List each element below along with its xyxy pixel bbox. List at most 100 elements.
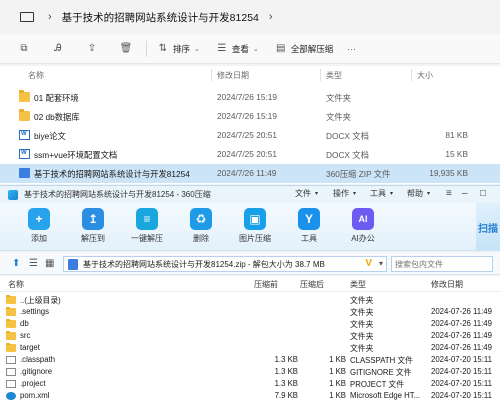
file-row-selected[interactable]: 基于技术的招聘网站系统设计与开发81254 2024/7/26 11:49 36… <box>0 164 500 183</box>
more-icon: ··· <box>347 43 356 54</box>
menu-operation[interactable]: 操作 ▾ <box>333 188 356 199</box>
file-type: 360压缩 ZIP 文件 <box>326 169 391 179</box>
menu-file[interactable]: 文件 ▾ <box>295 188 318 199</box>
chevron-down-icon: ⌄ <box>194 45 200 53</box>
menu-icon[interactable]: ≡ <box>446 188 452 199</box>
menu-tools[interactable]: 工具 ▾ <box>370 188 393 199</box>
column-divider[interactable] <box>211 69 212 81</box>
column-before[interactable]: 压缩前 <box>254 279 278 290</box>
view-icon: ☰ <box>217 43 227 54</box>
tools-button[interactable]: Y 工具 <box>282 208 336 250</box>
column-name[interactable]: 名称 <box>8 279 24 290</box>
rename-icon[interactable]: Ꭿ <box>52 43 64 55</box>
extract-all-button[interactable]: ▤ 全部解压缩 <box>275 43 334 55</box>
delete-button[interactable]: ♻ 删除 <box>174 208 228 250</box>
explorer-titlebar: › 基于技术的招聘网站系统设计与开发81254 › <box>0 0 500 34</box>
chevron-down-icon[interactable]: ▾ <box>379 259 383 268</box>
copy-icon[interactable]: ⧉ <box>18 43 30 55</box>
sort-icon: ⇅ <box>158 43 168 54</box>
file-type: DOCX 文档 <box>326 131 369 141</box>
one-click-extract-button[interactable]: ≡ 一键解压 <box>120 208 174 250</box>
archive-row[interactable]: db 文件夹 2024-07-26 11:49 <box>0 318 500 330</box>
view-button[interactable]: ☰ 查看 ⌄ <box>216 43 258 55</box>
column-after[interactable]: 压缩后 <box>300 279 324 290</box>
column-type[interactable]: 类型 <box>326 70 342 81</box>
window-icon <box>20 12 34 22</box>
archive-row[interactable]: .settings 文件夹 2024-07-26 11:49 <box>0 306 500 318</box>
toolbar-divider <box>146 40 147 57</box>
file-row[interactable]: 02 db数据库 2024/7/26 15:19 文件夹 <box>0 107 500 126</box>
ai-icon: AI <box>352 208 374 230</box>
entry-date: 2024-07-26 11:49 <box>431 343 492 352</box>
search-field[interactable] <box>391 256 493 272</box>
column-name[interactable]: 名称 <box>28 70 44 81</box>
maximize-icon[interactable]: □ <box>480 188 486 199</box>
file-date: 2024/7/25 20:51 <box>217 149 277 159</box>
image-compress-label: 图片压缩 <box>239 234 271 243</box>
menu-help-label: 帮助 <box>407 189 423 198</box>
archive-row[interactable]: .gitignore 1.3 KB 1 KB GITIGNORE 文件 2024… <box>0 366 500 378</box>
list-view-icon[interactable]: ☰ <box>29 258 38 269</box>
path-field[interactable]: 基于技术的招聘网站系统设计与开发81254.zip - 解包大小为 38.7 M… <box>63 256 387 272</box>
archive-row[interactable]: ..(上级目录) 文件夹 <box>0 294 500 306</box>
search-input[interactable] <box>392 257 492 271</box>
file-icon <box>6 368 16 376</box>
more-button[interactable]: ··· <box>347 44 356 54</box>
minimize-icon[interactable]: – <box>462 188 468 199</box>
entry-name: src <box>20 331 31 340</box>
folder-icon <box>6 295 16 304</box>
image-compress-button[interactable]: ▣ 图片压缩 <box>228 208 282 250</box>
file-date: 2024/7/26 15:19 <box>217 92 277 102</box>
zip-file-list: ..(上级目录) 文件夹 .settings 文件夹 2024-07-26 11… <box>0 292 500 406</box>
entry-name: .project <box>20 379 46 388</box>
archive-row[interactable]: target 文件夹 2024-07-26 11:49 <box>0 342 500 354</box>
explorer-path-title[interactable]: 基于技术的招聘网站系统设计与开发81254 <box>62 10 259 25</box>
menu-help[interactable]: 帮助 ▾ <box>407 188 430 199</box>
file-size: 19,935 KB <box>429 168 468 178</box>
explorer-toolbar: ⧉ Ꭿ ⇪ 🗑 ⇅ 排序 ⌄ ☰ 查看 ⌄ ▤ 全部解压缩 ··· <box>0 34 500 64</box>
entry-name: target <box>20 343 40 352</box>
add-button[interactable]: + 添加 <box>12 208 66 250</box>
column-divider[interactable] <box>320 69 321 81</box>
column-date[interactable]: 修改日期 <box>431 279 463 290</box>
sort-button[interactable]: ⇅ 排序 ⌄ <box>157 43 200 55</box>
share-icon[interactable]: ⇪ <box>86 43 98 55</box>
column-type[interactable]: 类型 <box>350 279 366 290</box>
archive-row[interactable]: .classpath 1.3 KB 1 KB CLASSPATH 文件 2024… <box>0 354 500 366</box>
tools-label: 工具 <box>301 234 317 243</box>
entry-name: .gitignore <box>20 367 53 376</box>
360zip-logo-icon <box>8 189 18 200</box>
delete-icon[interactable]: 🗑 <box>120 43 133 55</box>
entry-size-before: 1.3 KB <box>274 379 298 388</box>
archive-row[interactable]: pom.xml 7.9 KB 1 KB Microsoft Edge HT...… <box>0 390 500 402</box>
scan-label: 扫描 <box>478 223 498 235</box>
chevron-down-icon: ▾ <box>427 191 431 197</box>
view-label: 查看 <box>231 43 249 54</box>
file-row[interactable]: ssm+vue环境配置文档 2024/7/25 20:51 DOCX 文档 15… <box>0 145 500 164</box>
file-icon <box>6 356 16 364</box>
entry-name: db <box>20 319 29 328</box>
file-row[interactable]: 01 配套环境 2024/7/26 15:19 文件夹 <box>0 88 500 107</box>
add-icon: + <box>28 208 50 230</box>
column-divider[interactable] <box>411 69 412 81</box>
entry-type: CLASSPATH 文件 <box>350 356 413 365</box>
file-row[interactable]: biye论文 2024/7/25 20:51 DOCX 文档 81 KB <box>0 126 500 145</box>
ai-office-button[interactable]: AI AI办公 <box>336 208 390 250</box>
archive-row[interactable]: .project 1.3 KB 1 KB PROJECT 文件 2024-07-… <box>0 378 500 390</box>
extract-to-button[interactable]: ↥ 解压到 <box>66 208 120 250</box>
file-type: 文件夹 <box>326 112 351 122</box>
scan-banner[interactable]: 扫描 <box>476 203 500 251</box>
detail-view-icon[interactable]: ▦ <box>45 258 54 269</box>
chevron-right-icon[interactable]: › <box>269 11 273 23</box>
column-date[interactable]: 修改日期 <box>217 70 249 81</box>
folder-icon <box>6 319 16 328</box>
delete-label: 删除 <box>193 234 209 243</box>
archive-row[interactable]: src 文件夹 2024-07-26 11:49 <box>0 330 500 342</box>
folder-icon <box>6 331 16 340</box>
extract-all-label: 全部解压缩 <box>290 43 334 54</box>
column-size[interactable]: 大小 <box>417 70 433 81</box>
file-date: 2024/7/26 15:19 <box>217 111 277 121</box>
up-arrow-icon[interactable]: ⬆ <box>12 258 20 269</box>
chevron-right-icon[interactable]: › <box>48 11 52 23</box>
recycle-icon: ♻ <box>190 208 212 230</box>
